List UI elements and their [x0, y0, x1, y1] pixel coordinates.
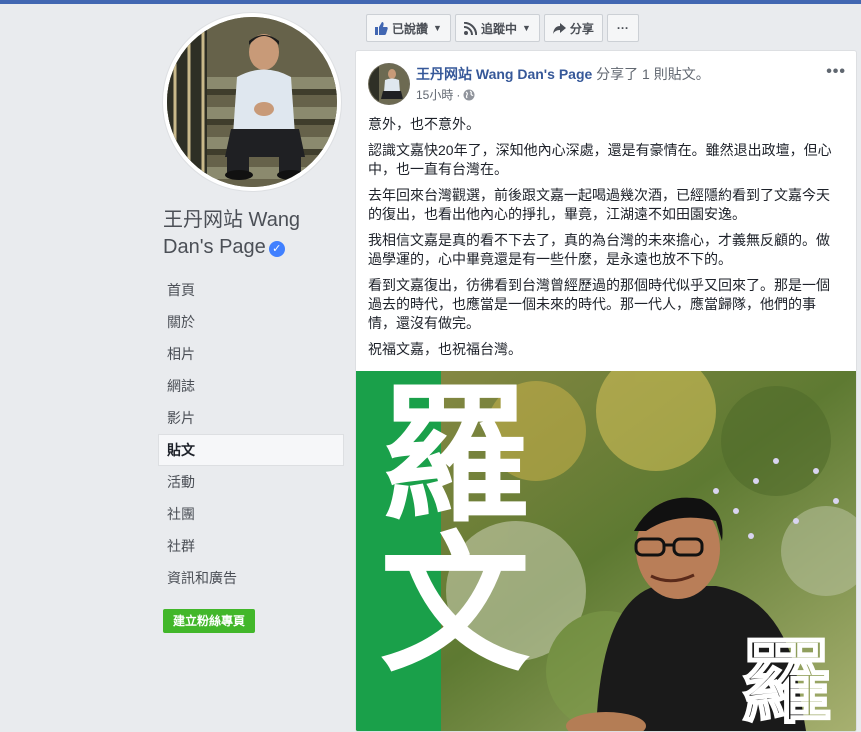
nav-item-info-and-ads[interactable]: 資訊和廣告: [158, 562, 344, 594]
page-navigation: 首頁 關於 相片 網誌 影片 貼文 活動 社團 社群 資訊和廣告: [158, 274, 344, 594]
nav-item-photos[interactable]: 相片: [158, 338, 344, 370]
poster-big-text: 羅 文: [380, 381, 530, 681]
nav-item-videos[interactable]: 影片: [158, 402, 344, 434]
verified-badge-icon: ✓: [268, 241, 285, 257]
share-label: 分享: [569, 21, 594, 36]
post-author-link[interactable]: 王丹网站 Wang Dan's Page: [416, 66, 592, 82]
post-paragraph: 我相信文嘉是真的看不下去了，真的為台灣的未來擔心，才義無反顧的。做過學運的，心中…: [368, 232, 830, 267]
poster-corner-text: 羅: [739, 629, 833, 732]
liked-button[interactable]: 已說讚 ▼: [366, 14, 451, 42]
nav-item-events[interactable]: 活動: [158, 466, 344, 498]
nav-item-posts[interactable]: 貼文: [158, 434, 344, 466]
post-options-icon[interactable]: •••: [826, 63, 846, 81]
nav-item-home[interactable]: 首頁: [158, 274, 344, 306]
page-action-bar: 已說讚 ▼ 追蹤中 ▼ 分享 ···: [366, 14, 643, 42]
nav-item-notes[interactable]: 網誌: [158, 370, 344, 402]
following-button[interactable]: 追蹤中 ▼: [454, 14, 540, 42]
post-card: 王丹网站 Wang Dan's Page 分享了 1 則貼文。 15小時 · •…: [355, 50, 857, 732]
post-paragraph: 意外，也不意外。: [368, 116, 480, 132]
page-title[interactable]: 王丹网站 Wang Dan's Page ✓: [163, 207, 348, 261]
create-page-button[interactable]: 建立粉絲專頁: [163, 609, 256, 633]
top-navigation-strip: [0, 0, 861, 4]
post-paragraph: 去年回來台灣觀選，前後跟文嘉一起喝過幾次酒，已經隱約看到了文嘉今天的復出，也看出…: [368, 187, 830, 222]
post-text: 意外，也不意外。 認識文嘉快20年了，深知他內心深處，還是有豪情在。雖然退出政壇…: [368, 115, 838, 366]
more-dots-icon: ···: [616, 21, 629, 35]
thumbs-up-icon: [375, 21, 388, 35]
nav-item-about[interactable]: 關於: [158, 306, 344, 338]
post-meta: 15小時 ·: [416, 86, 475, 103]
poster-char: 羅: [380, 371, 531, 543]
rss-follow-icon: [463, 21, 477, 35]
post-timestamp[interactable]: 15小時: [416, 86, 453, 103]
following-label: 追蹤中: [480, 21, 517, 36]
nav-item-groups[interactable]: 社團: [158, 498, 344, 530]
poster-char: 文: [380, 519, 531, 693]
chevron-down-icon: ▼: [521, 23, 531, 33]
post-paragraph: 認識文嘉快20年了，深知他內心深處，還是有豪情在。雖然退出政壇，但心中，也一直有…: [368, 142, 832, 177]
globe-public-icon[interactable]: [463, 89, 475, 101]
share-button[interactable]: 分享: [543, 14, 603, 42]
profile-photo: [167, 17, 337, 187]
post-author-avatar[interactable]: [368, 63, 410, 105]
separator-dot: ·: [456, 87, 461, 102]
post-header: 王丹网站 Wang Dan's Page 分享了 1 則貼文。: [416, 65, 710, 83]
post-paragraph: 看到文嘉復出，彷彿看到台灣曾經歷過的那個時代似乎又回來了。那是一個過去的時代，也…: [368, 277, 830, 331]
more-options-button[interactable]: ···: [606, 14, 639, 42]
page-profile-picture[interactable]: [163, 13, 341, 191]
post-paragraph: 祝福文嘉，也祝福台灣。: [368, 341, 522, 357]
post-action-text: 分享了 1 則貼文。: [596, 66, 710, 82]
chevron-down-icon: ▼: [433, 23, 442, 33]
liked-label: 已說讚: [392, 21, 429, 36]
post-shared-image[interactable]: 羅 文 羅: [356, 371, 856, 731]
share-arrow-icon: [552, 22, 566, 34]
nav-item-community[interactable]: 社群: [158, 530, 344, 562]
